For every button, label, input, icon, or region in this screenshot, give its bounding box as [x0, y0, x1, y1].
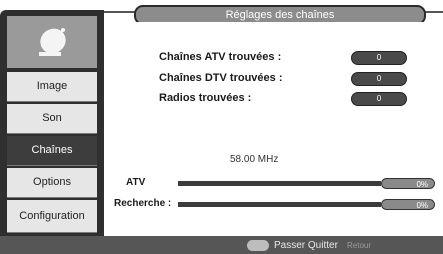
atv-progress-percent: 0% [381, 178, 435, 189]
atv-found-count: 0 [351, 51, 407, 65]
dtv-found-count: 0 [351, 72, 407, 86]
logo-panel [7, 16, 97, 68]
sidebar-item-son[interactable]: Son [7, 104, 97, 134]
remote-key-icon[interactable] [247, 240, 269, 251]
radio-found-count: 0 [351, 92, 407, 106]
dtv-found-label: Chaînes DTV trouvées : [159, 72, 283, 84]
frequency-readout: 58.00 MHz [230, 154, 279, 165]
footer-action[interactable]: Passer Quitter [274, 239, 338, 252]
sidebar-item-chaines[interactable]: Chaînes [7, 136, 97, 166]
footer-back[interactable]: Retour [347, 240, 371, 252]
channel-settings-screen: Réglages des chaînes Image Son Chaînes O… [0, 0, 443, 254]
sidebar-item-configuration[interactable]: Configuration [7, 200, 97, 233]
satellite-dish-icon [39, 28, 66, 56]
search-progress-percent: 0% [381, 199, 435, 210]
search-progress-bar [178, 202, 381, 207]
atv-progress-bar [178, 181, 381, 186]
sidebar-item-options[interactable]: Options [7, 168, 97, 198]
footer-bar [0, 236, 443, 254]
atv-progress-label: ATV [126, 177, 146, 188]
radio-found-label: Radios trouvées : [159, 92, 252, 104]
search-progress-label: Recherche : [114, 198, 172, 209]
atv-found-label: Chaînes ATV trouvées : [159, 51, 282, 63]
sidebar-item-image[interactable]: Image [7, 72, 97, 102]
